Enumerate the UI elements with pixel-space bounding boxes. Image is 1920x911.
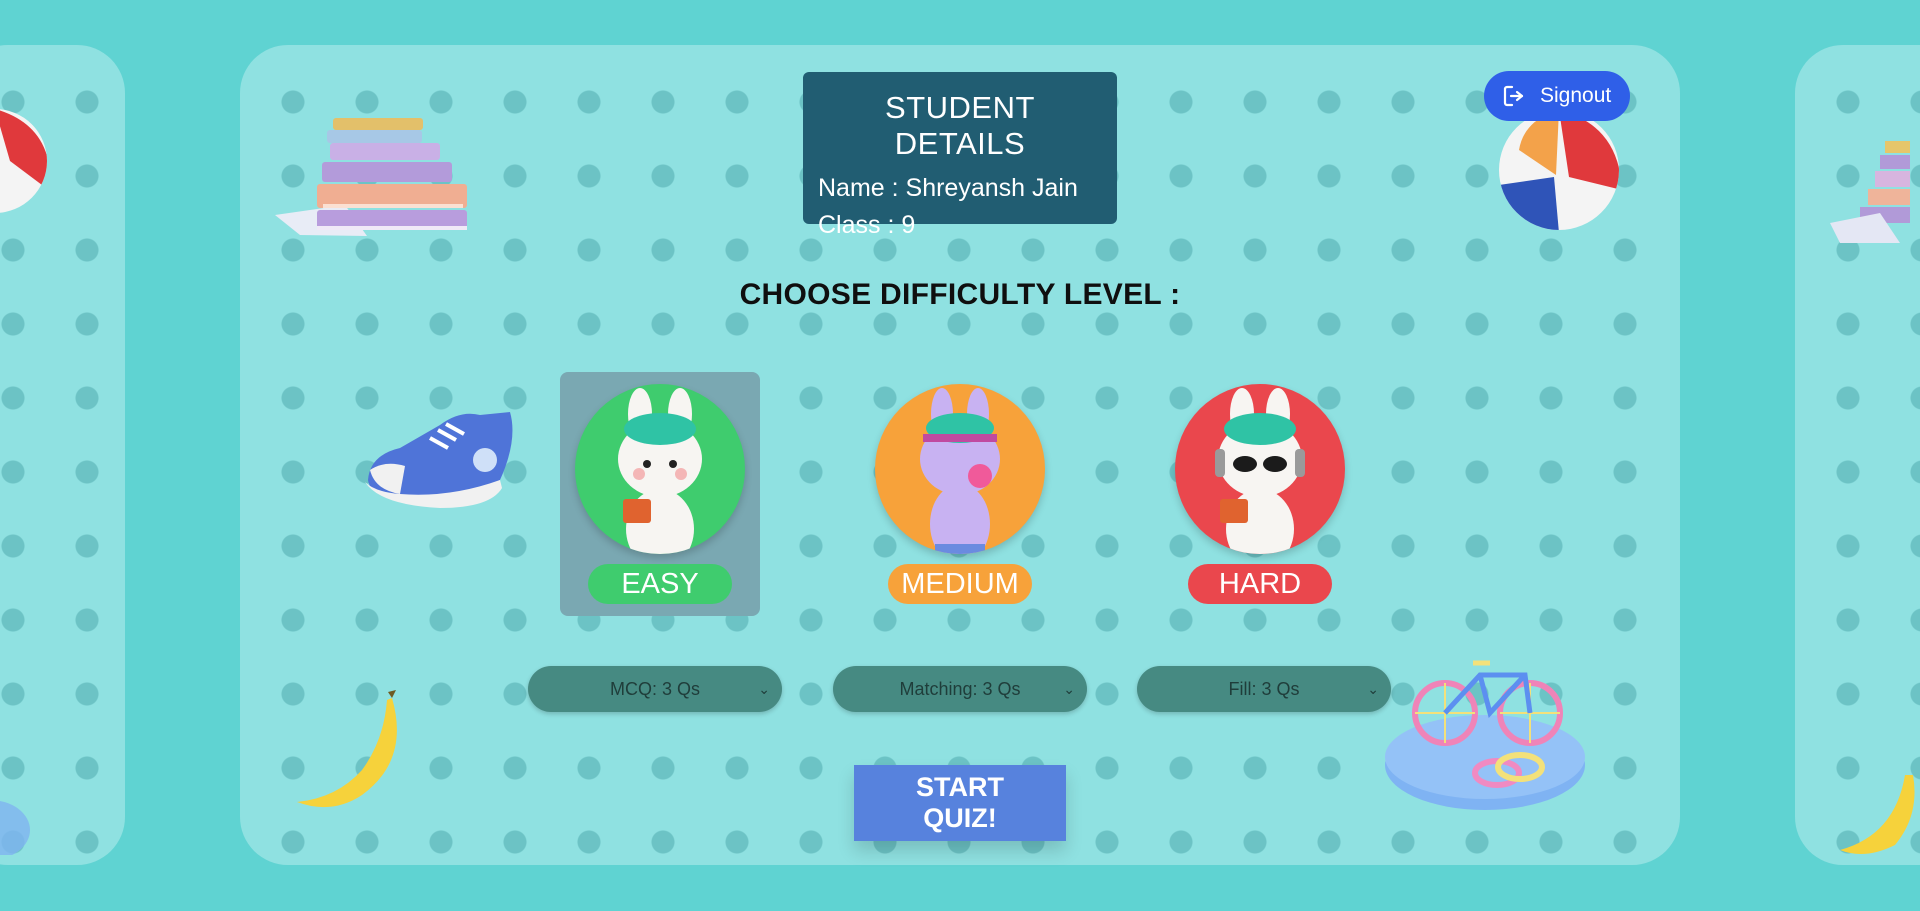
logout-icon	[1503, 85, 1524, 107]
hard-label: HARD	[1188, 564, 1332, 604]
difficulty-easy[interactable]: EASY	[560, 372, 760, 616]
signout-label: Signout	[1540, 84, 1612, 107]
signout-button[interactable]: Signout	[1484, 71, 1630, 121]
mcq-count-value: MCQ: 3 Qs	[609, 679, 700, 699]
fill-count-select[interactable]: Fill: 3 Qs ⌄	[1137, 666, 1391, 712]
bicycle-platform-icon	[1385, 660, 1585, 810]
medium-character-avatar	[875, 384, 1045, 554]
banana-icon	[1840, 775, 1915, 854]
student-details-card: STUDENT DETAILS Name : Shreyansh Jain Cl…	[803, 72, 1117, 239]
start-quiz-label-line1: START	[916, 772, 1004, 802]
carousel-peek-right	[1795, 45, 1920, 865]
student-name: Name : Shreyansh Jain	[818, 174, 1078, 202]
carousel-peek-left	[0, 45, 125, 865]
student-class: Class : 9	[818, 211, 916, 239]
student-details-title: STUDENT DETAILS	[885, 90, 1035, 161]
difficulty-medium[interactable]: MEDIUM	[860, 372, 1060, 616]
matching-count-select[interactable]: Matching: 3 Qs ⌄	[833, 666, 1087, 712]
medium-label: MEDIUM	[888, 564, 1032, 604]
mcq-count-select[interactable]: MCQ: 3 Qs ⌄	[528, 666, 782, 712]
start-quiz-button[interactable]: START QUIZ!	[854, 765, 1066, 841]
books-icon	[1830, 141, 1910, 243]
chevron-down-icon: ⌄	[1367, 681, 1379, 697]
shadow-shape-icon	[0, 800, 30, 855]
sneaker-icon	[365, 412, 513, 508]
matching-count-value: Matching: 3 Qs	[899, 679, 1021, 699]
easy-label: EASY	[588, 564, 732, 604]
start-quiz-label-line2: QUIZ!	[923, 803, 997, 833]
difficulty-heading: CHOOSE DIFFICULTY LEVEL :	[739, 278, 1181, 311]
banana-icon	[297, 690, 397, 808]
easy-character-avatar	[575, 384, 745, 554]
beach-ball-icon	[1499, 110, 1619, 230]
beach-ball-icon	[0, 109, 47, 213]
hard-character-avatar	[1175, 384, 1345, 554]
fill-count-value: Fill: 3 Qs	[1228, 679, 1300, 699]
books-icon	[275, 118, 467, 236]
chevron-down-icon: ⌄	[1063, 681, 1075, 697]
difficulty-hard[interactable]: HARD	[1160, 372, 1360, 616]
chevron-down-icon: ⌄	[758, 681, 770, 697]
